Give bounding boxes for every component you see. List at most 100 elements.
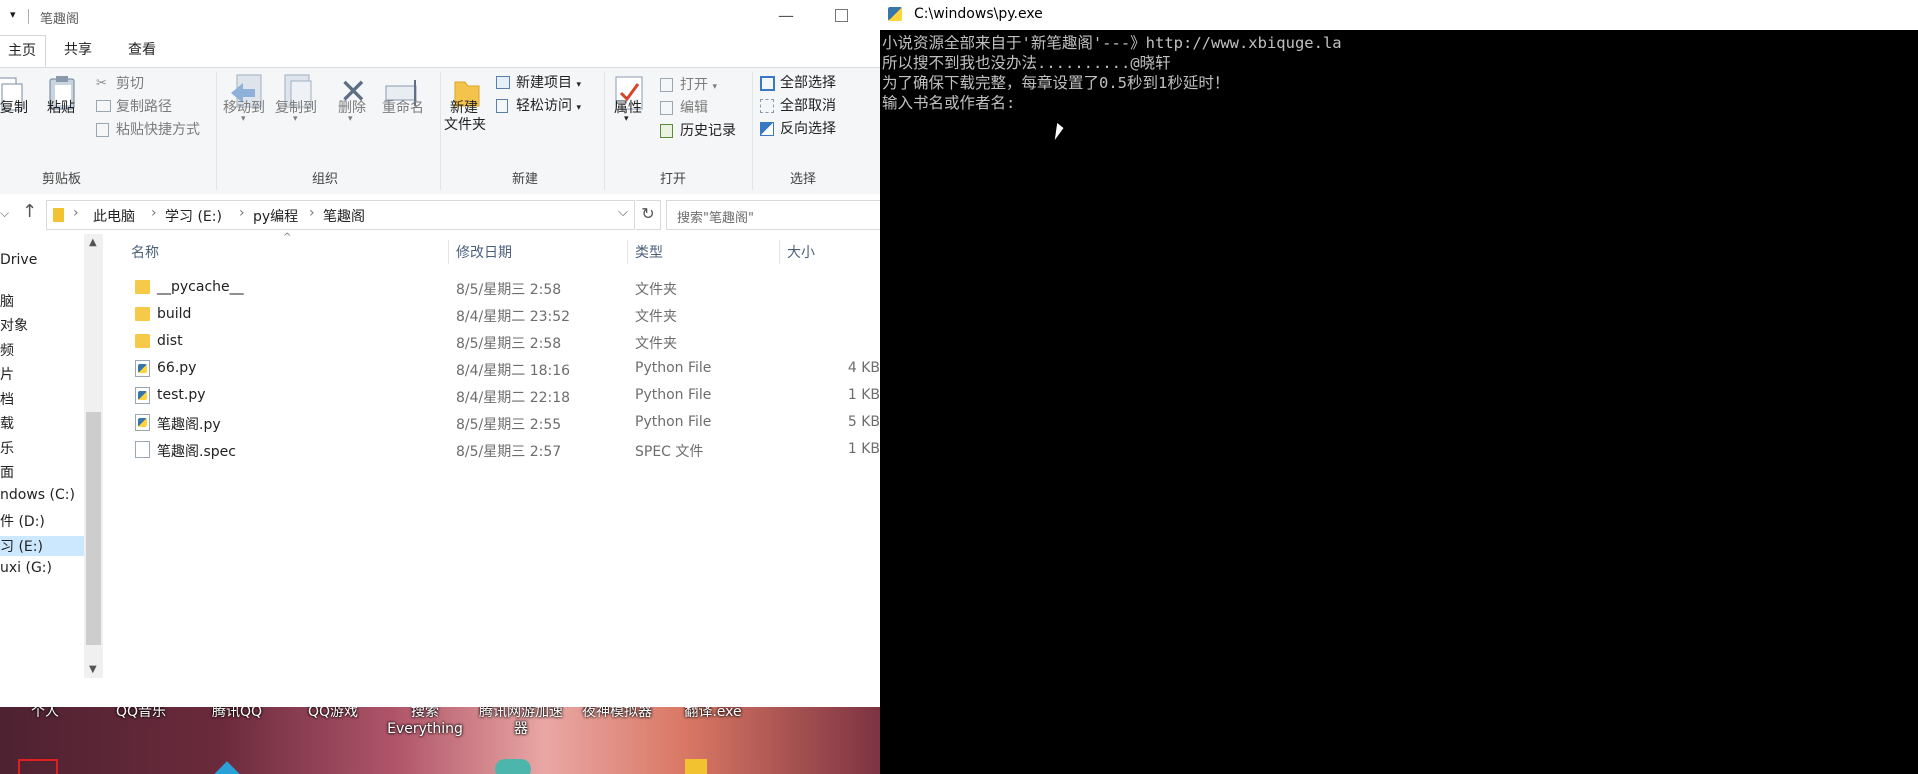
nav-item-drive-g[interactable]: uxi (G:)	[0, 560, 52, 576]
ribbon-separator	[752, 72, 753, 190]
scroll-down-icon[interactable]: ▼	[89, 664, 97, 675]
column-header-size[interactable]: 大小	[787, 242, 815, 262]
folder-icon	[135, 307, 150, 321]
open-button[interactable]: 打开 ▾	[658, 74, 717, 96]
desktop-icon-label[interactable]: QQ音乐	[96, 707, 186, 721]
address-bar-row: ⌵ ↑ › 此电脑 › 学习 (E:) › py编程 › 笔趣阁 ⌵ ↻ 搜索"…	[0, 194, 880, 234]
copy-button[interactable]: 复制	[0, 68, 40, 163]
nav-item-downloads[interactable]: 载	[0, 413, 14, 433]
app-icon[interactable]	[18, 759, 58, 774]
column-divider[interactable]	[779, 240, 780, 264]
select-all-label: 全部选择	[780, 75, 836, 91]
table-row[interactable]: dist 8/5/星期三 2:58 文件夹	[103, 328, 880, 355]
tab-share[interactable]: 共享	[64, 35, 92, 66]
console-output[interactable]: 小说资源全部来自于'新笔趣阁'---》http://www.xbiquge.la…	[882, 33, 1912, 113]
table-row[interactable]: build 8/4/星期二 23:52 文件夹	[103, 301, 880, 328]
cut-button[interactable]: ✂ 剪切	[94, 73, 144, 95]
rename-button[interactable]: 重命名	[380, 68, 432, 163]
column-divider[interactable]	[627, 240, 628, 264]
table-row[interactable]: 笔趣阁.py 8/5/星期三 2:55 Python File 5 KB	[103, 409, 880, 436]
nav-item-desktop[interactable]: 面	[0, 462, 14, 482]
column-header-date[interactable]: 修改日期	[456, 242, 512, 262]
breadcrumb-py-folder[interactable]: py编程	[253, 206, 298, 226]
column-header-name[interactable]: 名称	[131, 242, 159, 262]
python-file-icon	[135, 387, 150, 404]
nav-item-documents[interactable]: 档	[0, 389, 14, 409]
properties-button[interactable]: 属性 ▾	[610, 68, 650, 163]
column-header-type[interactable]: 类型	[635, 242, 663, 262]
scroll-up-icon[interactable]: ▲	[89, 237, 97, 248]
desktop-icon-label[interactable]: 腾讯网游加速 器	[476, 707, 566, 738]
up-arrow-icon[interactable]: ↑	[22, 201, 37, 222]
nav-item-music[interactable]: 乐	[0, 438, 14, 458]
delete-button[interactable]: ✕ 删除 ▾	[334, 68, 372, 163]
chevron-down-icon: ▾	[348, 114, 353, 124]
rename-label: 重命名	[382, 100, 424, 116]
desktop-icon-label[interactable]: 翻译.exe	[668, 707, 758, 721]
nav-item-3d-objects[interactable]: 对象	[0, 315, 28, 335]
address-bar[interactable]: › 此电脑 › 学习 (E:) › py编程 › 笔趣阁 ⌵	[46, 200, 635, 230]
breadcrumb-drive-e[interactable]: 学习 (E:)	[165, 206, 222, 226]
refresh-icon[interactable]: ↻	[636, 200, 661, 230]
app-icon[interactable]	[214, 761, 240, 774]
file-date: 8/5/星期三 2:58	[456, 282, 562, 298]
table-row[interactable]: test.py 8/4/星期二 22:18 Python File 1 KB	[103, 382, 880, 409]
nav-item-this-pc[interactable]: 脑	[0, 291, 14, 311]
desktop-icon-label[interactable]: QQ游戏	[288, 707, 378, 721]
file-type: SPEC 文件	[635, 444, 704, 460]
column-divider[interactable]	[448, 240, 449, 264]
search-input[interactable]: 搜索"笔趣阁"	[666, 200, 880, 230]
recent-locations-icon[interactable]: ⌵	[0, 206, 9, 221]
console-line: 小说资源全部来自于'新笔趣阁'---》http://www.xbiquge.la	[882, 34, 1342, 52]
nav-item-onedrive[interactable]: Drive	[0, 252, 37, 268]
nav-item-drive-e[interactable]: 习 (E:)	[0, 536, 84, 556]
new-item-button[interactable]: 新建项目 ▾	[494, 72, 581, 94]
select-none-button[interactable]: 全部取消	[758, 95, 836, 117]
file-name: __pycache__	[157, 279, 244, 295]
file-type: 文件夹	[635, 282, 677, 298]
ribbon-separator	[604, 72, 605, 190]
new-folder-button[interactable]: 新建 文件夹	[444, 68, 496, 163]
console-line: 为了确保下载完整，每章设置了0.5秒到1秒延时！	[882, 74, 1230, 92]
tab-home[interactable]: 主页	[0, 35, 46, 68]
file-date: 8/4/星期二 18:16	[456, 363, 571, 379]
desktop-icon-label[interactable]: 夜神模拟器	[572, 707, 662, 721]
invert-selection-button[interactable]: 反向选择	[758, 118, 836, 140]
nav-scrollbar[interactable]: ▲ ▼	[84, 234, 103, 678]
move-to-button[interactable]: 移动到 ▾	[223, 68, 271, 163]
minimize-icon[interactable]: —	[778, 6, 794, 25]
tab-view[interactable]: 查看	[128, 35, 156, 66]
address-dropdown-icon[interactable]: ⌵	[618, 205, 628, 220]
maximize-icon[interactable]	[835, 9, 848, 22]
table-row[interactable]: 笔趣阁.spec 8/5/星期三 2:57 SPEC 文件 1 KB	[103, 436, 880, 463]
scroll-thumb[interactable]	[86, 412, 101, 645]
file-explorer-window: ▾ 笔趣阁 — 主页 共享 查看 复制 粘贴 ✂ 剪切 复制路径 粘贴快捷方式 …	[0, 0, 880, 705]
quick-access-dropdown-icon[interactable]: ▾	[10, 8, 16, 21]
history-button[interactable]: 历史记录	[658, 120, 736, 142]
desktop-icon-label[interactable]: 腾讯QQ	[192, 707, 282, 721]
nav-item-videos[interactable]: 频	[0, 340, 14, 360]
edit-button[interactable]: 编辑	[658, 97, 708, 119]
paste-shortcut-button[interactable]: 粘贴快捷方式	[94, 119, 200, 141]
nav-item-drive-d[interactable]: 件 (D:)	[0, 511, 45, 531]
app-icon[interactable]	[685, 759, 707, 774]
copy-to-button[interactable]: 复制到 ▾	[273, 68, 321, 163]
breadcrumb-current[interactable]: 笔趣阁	[323, 206, 365, 226]
breadcrumb-this-pc[interactable]: 此电脑	[93, 206, 135, 226]
console-title: C:\windows\py.exe	[914, 6, 1043, 22]
desktop-icon-label[interactable]: 个人	[0, 707, 90, 721]
easy-access-button[interactable]: 轻松访问 ▾	[494, 95, 581, 117]
paste-button[interactable]: 粘贴	[44, 68, 84, 163]
nav-item-drive-c[interactable]: ndows (C:)	[0, 487, 75, 503]
copy-path-button[interactable]: 复制路径	[94, 96, 172, 118]
open-group-label: 打开	[660, 172, 687, 187]
table-row[interactable]: __pycache__ 8/5/星期三 2:58 文件夹	[103, 274, 880, 301]
nav-item-pictures[interactable]: 片	[0, 364, 14, 384]
paste-label: 粘贴	[47, 100, 75, 116]
select-all-button[interactable]: 全部选择	[758, 72, 836, 94]
desktop-icon-label[interactable]: 搜索 Everything	[380, 707, 470, 738]
ribbon: 复制 粘贴 ✂ 剪切 复制路径 粘贴快捷方式 剪贴板 移动到 ▾ 复制到 ▾ ✕…	[0, 67, 880, 196]
app-icon[interactable]	[495, 759, 531, 774]
table-row[interactable]: 66.py 8/4/星期二 18:16 Python File 4 KB	[103, 355, 880, 382]
breadcrumb-separator: ›	[309, 205, 315, 221]
